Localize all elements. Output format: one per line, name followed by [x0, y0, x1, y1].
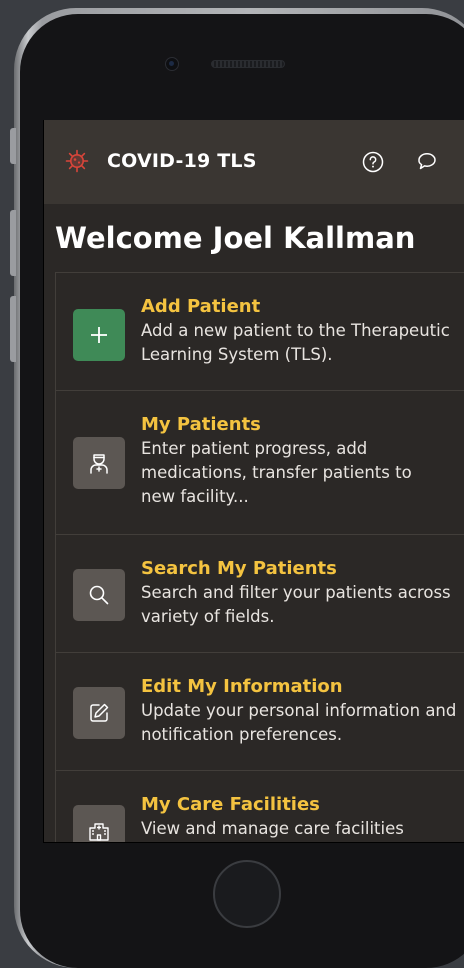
menu-item-description: Update your personal information and: [141, 701, 457, 720]
virus-icon[interactable]: [65, 149, 89, 173]
menu-item-title: My Patients: [141, 414, 261, 435]
menu-item-description: Enter patient progress, add: [141, 439, 368, 458]
app-title[interactable]: COVID-19 TLS: [107, 149, 257, 173]
hospital-icon: [73, 805, 125, 842]
home-button[interactable]: [213, 860, 281, 928]
menu-item-my-care-facilities[interactable]: My Care Facilities View and manage care …: [55, 770, 464, 842]
menu-item-title: Search My Patients: [141, 558, 337, 579]
menu-item-description: Add a new patient to the Therapeutic: [141, 321, 450, 340]
app-screen: COVID-19 TLS Welcome Joel Kallman Add Pa…: [43, 120, 464, 843]
menu-item-title: Edit My Information: [141, 676, 343, 697]
mute-switch: [10, 128, 16, 164]
earpiece-speaker: [211, 60, 285, 68]
menu-item-edit-my-information[interactable]: Edit My Information Update your personal…: [55, 652, 464, 770]
menu-item-search-my-patients[interactable]: Search My Patients Search and filter you…: [55, 534, 464, 652]
menu-item-title: Add Patient: [141, 296, 261, 317]
plus-icon: [73, 309, 125, 361]
menu-item-description: Learning System (TLS).: [141, 345, 333, 364]
volume-down-button: [10, 296, 16, 362]
menu-item-title: My Care Facilities: [141, 794, 320, 815]
menu-list: Add Patient Add a new patient to the The…: [55, 272, 464, 842]
menu-item-description: variety of fields.: [141, 607, 275, 626]
volume-up-button: [10, 210, 16, 276]
front-camera: [165, 57, 179, 71]
help-circle-icon[interactable]: [362, 151, 384, 173]
welcome-heading: Welcome Joel Kallman: [55, 221, 416, 255]
menu-item-description: new facility...: [141, 487, 249, 506]
menu-item-add-patient[interactable]: Add Patient Add a new patient to the The…: [55, 272, 464, 390]
menu-item-my-patients[interactable]: My Patients Enter patient progress, add …: [55, 390, 464, 534]
menu-item-description: View and manage care facilities: [141, 819, 404, 838]
edit-icon: [73, 687, 125, 739]
menu-item-description: Search and filter your patients across: [141, 583, 451, 602]
search-icon: [73, 569, 125, 621]
chat-bubble-icon[interactable]: [416, 151, 438, 173]
app-header: COVID-19 TLS: [44, 120, 464, 204]
doctor-icon: [73, 437, 125, 489]
menu-item-description: notification preferences.: [141, 725, 343, 744]
menu-item-description: medications, transfer patients to: [141, 463, 412, 482]
